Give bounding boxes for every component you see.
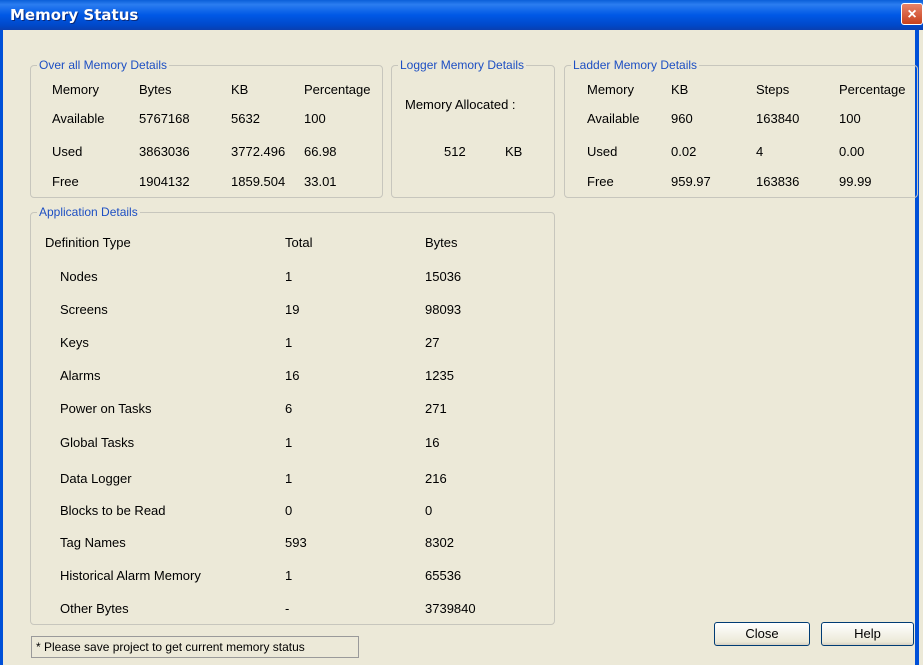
app-row-label: Alarms [60,368,101,383]
app-row-total: 593 [285,535,307,550]
overall-row-label: Used [52,144,83,159]
app-row-label: Historical Alarm Memory [60,568,201,583]
ladder-header-kb: KB [671,82,689,97]
ladder-cell: 0.00 [839,144,865,159]
app-row-label: Power on Tasks [60,401,152,416]
app-row-total: 1 [285,335,293,350]
app-row-bytes: 0 [425,503,433,518]
app-row-total: 0 [285,503,293,518]
logger-allocated-label: Memory Allocated : [405,97,516,112]
help-button[interactable]: Help [821,622,914,646]
app-row-total: 1 [285,435,293,450]
app-row-total: - [285,601,290,616]
app-row-bytes: 65536 [425,568,462,583]
overall-cell: 66.98 [304,144,337,159]
app-row-bytes: 271 [425,401,447,416]
app-row-bytes: 98093 [425,302,462,317]
overall-memory-legend: Over all Memory Details [39,58,168,72]
overall-row-label: Available [52,111,105,126]
ladder-cell: 163840 [756,111,800,126]
app-row-total: 6 [285,401,293,416]
logger-allocated-value: 512 [444,144,466,159]
app-row-label: Keys [60,335,89,350]
overall-cell: 3772.496 [231,144,286,159]
app-row-bytes: 8302 [425,535,454,550]
overall-row-label: Free [52,174,79,189]
overall-cell: 5767168 [139,111,190,126]
ladder-cell: 99.99 [839,174,872,189]
logger-memory-group: Logger Memory Details [391,58,555,198]
overall-cell: 5632 [231,111,260,126]
ladder-row-label: Available [587,111,640,126]
app-row-total: 1 [285,269,293,284]
ladder-cell: 100 [839,111,861,126]
window-title: Memory Status [10,6,139,24]
app-row-label: Nodes [60,269,98,284]
application-details-legend: Application Details [39,205,138,219]
overall-header-memory: Memory [52,82,99,97]
ladder-memory-legend: Ladder Memory Details [573,58,698,72]
ladder-cell: 163836 [756,174,800,189]
app-row-label: Data Logger [60,471,132,486]
ladder-header-steps: Steps [756,82,790,97]
close-button[interactable]: Close [714,622,810,646]
logger-allocated-unit: KB [505,144,523,159]
app-row-label: Tag Names [60,535,126,550]
close-window-button[interactable]: × [901,3,923,25]
ladder-header-percentage: Percentage [839,82,906,97]
overall-cell: 1904132 [139,174,190,189]
app-row-label: Other Bytes [60,601,129,616]
ladder-header-memory: Memory [587,82,634,97]
app-row-bytes: 216 [425,471,447,486]
ladder-row-label: Used [587,144,618,159]
app-row-bytes: 27 [425,335,440,350]
overall-header-kb: KB [231,82,249,97]
title-bar: Memory Status × [0,0,923,30]
app-row-total: 16 [285,368,300,383]
overall-cell: 33.01 [304,174,337,189]
app-row-label: Screens [60,302,108,317]
app-row-total: 19 [285,302,300,317]
overall-cell: 3863036 [139,144,190,159]
app-row-label: Blocks to be Read [60,503,166,518]
app-row-bytes: 15036 [425,269,462,284]
status-message: * Please save project to get current mem… [31,636,359,658]
app-row-label: Global Tasks [60,435,135,450]
app-row-bytes: 3739840 [425,601,476,616]
overall-cell: 100 [304,111,326,126]
app-row-total: 1 [285,568,293,583]
app-header-definition-type: Definition Type [45,235,131,250]
logger-memory-legend: Logger Memory Details [400,58,525,72]
app-row-bytes: 16 [425,435,440,450]
ladder-cell: 960 [671,111,693,126]
ladder-row-label: Free [587,174,614,189]
app-header-total: Total [285,235,313,250]
overall-header-bytes: Bytes [139,82,172,97]
ladder-cell: 0.02 [671,144,697,159]
overall-header-percentage: Percentage [304,82,371,97]
app-header-bytes: Bytes [425,235,458,250]
app-row-total: 1 [285,471,293,486]
overall-cell: 1859.504 [231,174,286,189]
ladder-cell: 4 [756,144,764,159]
ladder-cell: 959.97 [671,174,711,189]
app-row-bytes: 1235 [425,368,454,383]
